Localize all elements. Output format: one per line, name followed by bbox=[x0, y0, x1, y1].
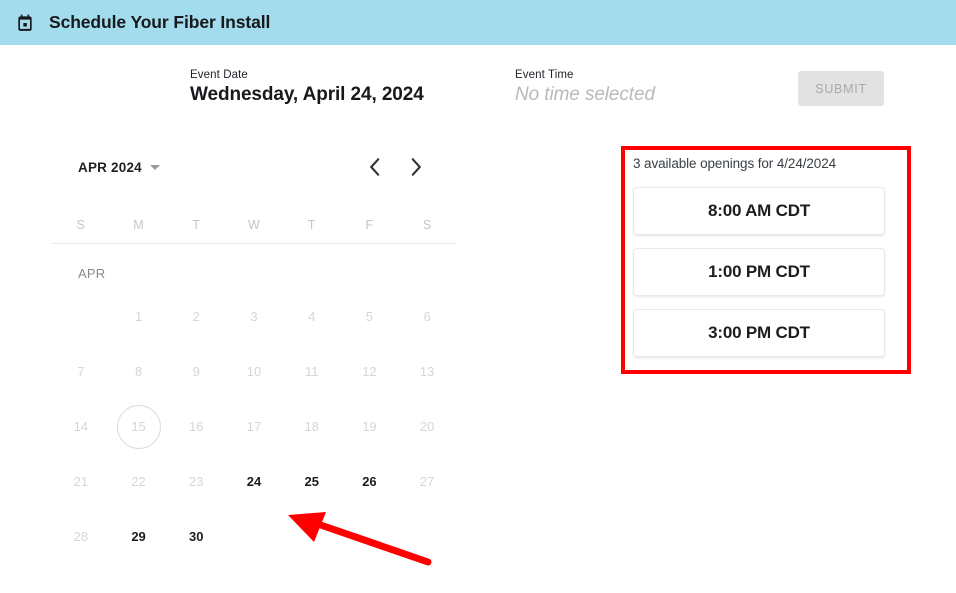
chevron-right-icon[interactable] bbox=[404, 153, 428, 181]
weekday-label: M bbox=[133, 218, 144, 232]
calendar-divider bbox=[52, 243, 456, 244]
calendar-day-number: 16 bbox=[189, 419, 204, 434]
calendar-day-number: 23 bbox=[189, 474, 204, 489]
calendar-day-6: 6 bbox=[398, 289, 456, 344]
calendar-day-12: 12 bbox=[341, 344, 399, 399]
submit-button[interactable]: SUBMIT bbox=[798, 71, 884, 106]
openings-caption: 3 available openings for 4/24/2024 bbox=[633, 156, 837, 171]
month-year-dropdown[interactable]: APR 2024 bbox=[78, 160, 160, 175]
calendar-day-number: 14 bbox=[73, 419, 89, 434]
event-date-value: Wednesday, April 24, 2024 bbox=[190, 84, 424, 105]
calendar-day-number: 24 bbox=[246, 474, 262, 489]
calendar-day-number: 30 bbox=[189, 529, 204, 544]
event-time-summary: Event Time No time selected bbox=[515, 68, 655, 108]
calendar-day-14: 14 bbox=[52, 399, 110, 454]
calendar-day-13: 13 bbox=[398, 344, 456, 399]
calendar-day-number: 27 bbox=[419, 474, 435, 489]
calendar-day-20: 20 bbox=[398, 399, 456, 454]
calendar-day-number: 26 bbox=[362, 474, 377, 489]
chevron-left-icon[interactable] bbox=[362, 153, 386, 181]
calendar-day-number: 10 bbox=[246, 364, 262, 379]
calendar-day-number: 19 bbox=[362, 419, 377, 434]
calendar-day-number: 2 bbox=[192, 309, 200, 324]
calendar-day-28: 28 bbox=[52, 509, 110, 564]
calendar-day-11: 11 bbox=[283, 344, 341, 399]
month-year-label: APR 2024 bbox=[78, 159, 142, 175]
time-slot-list: 8:00 AM CDT 1:00 PM CDT 3:00 PM CDT bbox=[633, 187, 885, 357]
calendar-day-15: 15 bbox=[110, 399, 168, 454]
calendar-day-17: 17 bbox=[225, 399, 283, 454]
calendar-day-number: 13 bbox=[419, 364, 435, 379]
calendar-day-16: 16 bbox=[167, 399, 225, 454]
time-slot-button[interactable]: 1:00 PM CDT bbox=[633, 248, 885, 296]
calendar-day-number: 25 bbox=[304, 474, 319, 489]
calendar-day-2: 2 bbox=[167, 289, 225, 344]
event-date-summary: Event Date Wednesday, April 24, 2024 bbox=[190, 68, 424, 108]
calendar-day-number: 18 bbox=[304, 419, 319, 434]
available-openings-panel: 3 available openings for 4/24/2024 8:00 … bbox=[633, 155, 885, 370]
weekday-label: F bbox=[365, 218, 374, 232]
calendar-day-number: 4 bbox=[308, 309, 316, 324]
calendar-day-4: 4 bbox=[283, 289, 341, 344]
scheduler-page: Schedule Your Fiber Install Event Date W… bbox=[0, 0, 956, 593]
weekday-header-row: SMTWTFS bbox=[52, 207, 456, 243]
calendar-days-grid: 1 2 3 4 5 6 7 8 9 10 11 12 13 14 15 16 17 18 19 20 21 22 23 24 2… bbox=[52, 289, 456, 564]
calendar-day-number: 17 bbox=[246, 419, 262, 434]
calendar-day-number: 1 bbox=[134, 309, 143, 324]
calendar-day-number: 3 bbox=[250, 309, 258, 324]
calendar-day-30[interactable]: 30 bbox=[167, 509, 225, 564]
weekday-label: T bbox=[192, 218, 201, 232]
calendar-day-number: 12 bbox=[362, 364, 377, 379]
calendar-day-number: 21 bbox=[73, 474, 89, 489]
event-date-caption: Event Date bbox=[190, 69, 248, 81]
month-section-label: APR bbox=[78, 266, 106, 281]
time-slot-button[interactable]: 8:00 AM CDT bbox=[633, 187, 885, 235]
calendar-day-23: 23 bbox=[167, 454, 225, 509]
event-time-value: No time selected bbox=[515, 84, 655, 105]
calendar-day-number: 20 bbox=[419, 419, 435, 434]
calendar-day-number: 11 bbox=[304, 364, 319, 379]
app-header: Schedule Your Fiber Install bbox=[0, 0, 956, 45]
time-slot-button[interactable]: 3:00 PM CDT bbox=[633, 309, 885, 357]
calendar-day-number: 15 bbox=[116, 404, 161, 449]
calendar-day-26[interactable]: 26 bbox=[341, 454, 399, 509]
calendar-day-number: 28 bbox=[73, 529, 89, 544]
calendar-day-10: 10 bbox=[225, 344, 283, 399]
calendar-day-3: 3 bbox=[225, 289, 283, 344]
calendar-day-24[interactable]: 24 bbox=[225, 454, 283, 509]
calendar-day-27: 27 bbox=[398, 454, 456, 509]
calendar-day-25[interactable]: 25 bbox=[283, 454, 341, 509]
calendar-day-19: 19 bbox=[341, 399, 399, 454]
page-title: Schedule Your Fiber Install bbox=[49, 12, 271, 32]
calendar-day-9: 9 bbox=[167, 344, 225, 399]
calendar-day-7: 7 bbox=[52, 344, 110, 399]
calendar-day-21: 21 bbox=[52, 454, 110, 509]
calendar-day-number: 8 bbox=[134, 364, 143, 379]
calendar-header: APR 2024 bbox=[52, 145, 456, 189]
weekday-label: S bbox=[422, 218, 432, 232]
weekday-label: W bbox=[247, 218, 261, 232]
calendar-nav bbox=[362, 153, 428, 181]
date-picker: APR 2024 SMTWTFS APR 1 2 3 4 5 6 7 8 9 10 11 12 13 1 bbox=[52, 145, 456, 564]
calendar-day-1: 1 bbox=[110, 289, 168, 344]
calendar-day-18: 18 bbox=[283, 399, 341, 454]
chevron-down-icon bbox=[149, 164, 160, 170]
calendar-day-number: 9 bbox=[192, 364, 200, 379]
weekday-label: T bbox=[307, 218, 316, 232]
calendar-day-number: 29 bbox=[131, 529, 146, 544]
calendar-today-icon bbox=[15, 13, 35, 33]
calendar-day-number: 5 bbox=[365, 309, 374, 324]
event-time-caption: Event Time bbox=[515, 69, 574, 81]
calendar-day-number: 7 bbox=[77, 364, 85, 379]
calendar-day-number: 6 bbox=[423, 309, 431, 324]
calendar-day-22: 22 bbox=[110, 454, 168, 509]
calendar-day-5: 5 bbox=[341, 289, 399, 344]
calendar-day-29[interactable]: 29 bbox=[110, 509, 168, 564]
calendar-day-number: 22 bbox=[131, 474, 146, 489]
weekday-label: S bbox=[76, 218, 86, 232]
calendar-day-8: 8 bbox=[110, 344, 168, 399]
